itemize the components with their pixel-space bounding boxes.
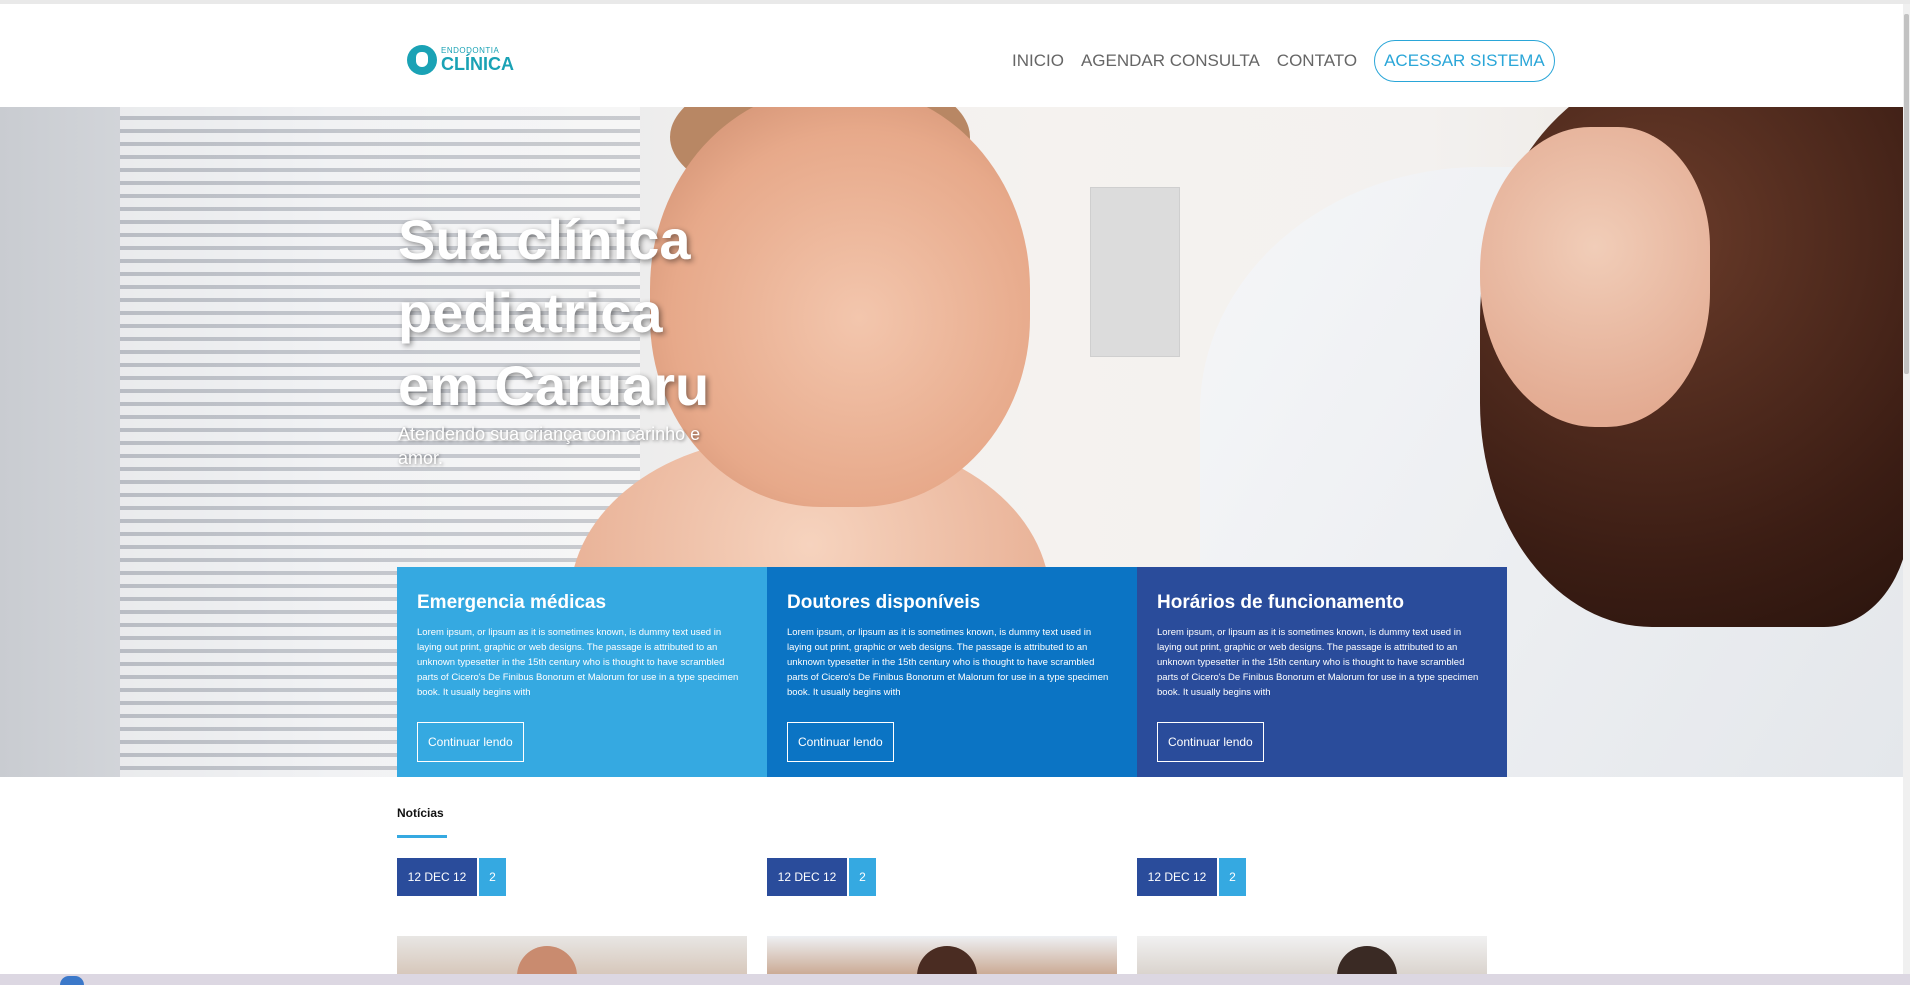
news-comment-count: 2 xyxy=(849,858,876,896)
card-text: Lorem ipsum, or lipsum as it is sometime… xyxy=(787,627,1109,698)
news-comment-count: 2 xyxy=(1219,858,1246,896)
os-taskbar xyxy=(0,974,1910,985)
nav-inicio[interactable]: INICIO xyxy=(1012,51,1064,71)
news-comment-count: 2 xyxy=(479,858,506,896)
news-date-badge: 12 DEC 12 xyxy=(1137,858,1217,896)
card-title: Horários de funcionamento xyxy=(1157,592,1405,613)
info-cards: Emergencia médicas Lorem ipsum, or lipsu… xyxy=(397,567,1507,777)
card-text: Lorem ipsum, or lipsum as it is sometime… xyxy=(1157,627,1479,698)
scrollbar-thumb[interactable] xyxy=(1904,14,1909,374)
hero-title: Sua clínica pediatrica em Caruaru xyxy=(398,203,818,422)
start-button-icon[interactable] xyxy=(60,976,84,985)
news-title-underline xyxy=(397,835,447,838)
logo-big-text: CLÍNICA xyxy=(441,54,514,74)
hero-title-line-2: pediatrica xyxy=(398,281,663,344)
nav-agendar-consulta[interactable]: AGENDAR CONSULTA xyxy=(1081,51,1260,71)
hero-doctor-face xyxy=(1480,127,1710,427)
card-doutores: Doutores disponíveis Lorem ipsum, or lip… xyxy=(767,567,1137,777)
card-text: Lorem ipsum, or lipsum as it is sometime… xyxy=(417,627,739,698)
hero-banner: Sua clínica pediatrica em Caruaru Atende… xyxy=(0,107,1903,777)
hero-title-line-1: Sua clínica xyxy=(398,208,691,271)
card-horarios: Horários de funcionamento Lorem ipsum, o… xyxy=(1137,567,1507,777)
continuar-lendo-button[interactable]: Continuar lendo xyxy=(1157,722,1264,762)
thumbnail-photo-shape xyxy=(517,946,577,976)
thumbnail-photo-shape xyxy=(1337,946,1397,976)
acessar-sistema-button[interactable]: ACESSAR SISTEMA xyxy=(1374,40,1555,82)
hero-title-line-3: em Caruaru xyxy=(398,354,710,417)
card-title: Doutores disponíveis xyxy=(787,592,981,613)
news-thumbnail[interactable] xyxy=(767,936,1117,976)
card-emergencia: Emergencia médicas Lorem ipsum, or lipsu… xyxy=(397,567,767,777)
tooth-icon xyxy=(407,45,437,75)
nav-contato[interactable]: CONTATO xyxy=(1277,51,1357,71)
news-section-title: Notícias xyxy=(397,806,444,820)
news-thumbnail[interactable] xyxy=(397,936,747,976)
continuar-lendo-button[interactable]: Continuar lendo xyxy=(787,722,894,762)
hero-subtitle: Atendendo sua criança com carinho e amor… xyxy=(398,424,701,468)
site-header: ENDODONTIA CLÍNICA INICIO AGENDAR CONSUL… xyxy=(0,4,1910,107)
news-date-badge: 12 DEC 12 xyxy=(767,858,847,896)
page-scrollbar[interactable] xyxy=(1903,4,1910,974)
main-nav: INICIO AGENDAR CONSULTA CONTATO ACESSAR … xyxy=(1012,40,1555,82)
card-title: Emergencia médicas xyxy=(417,592,607,613)
clinic-logo[interactable]: ENDODONTIA CLÍNICA xyxy=(407,42,514,78)
continuar-lendo-button[interactable]: Continuar lendo xyxy=(417,722,524,762)
news-date-badge: 12 DEC 12 xyxy=(397,858,477,896)
thumbnail-photo-shape xyxy=(917,946,977,976)
logo-text: ENDODONTIA CLÍNICA xyxy=(441,47,514,74)
news-thumbnail[interactable] xyxy=(1137,936,1487,976)
